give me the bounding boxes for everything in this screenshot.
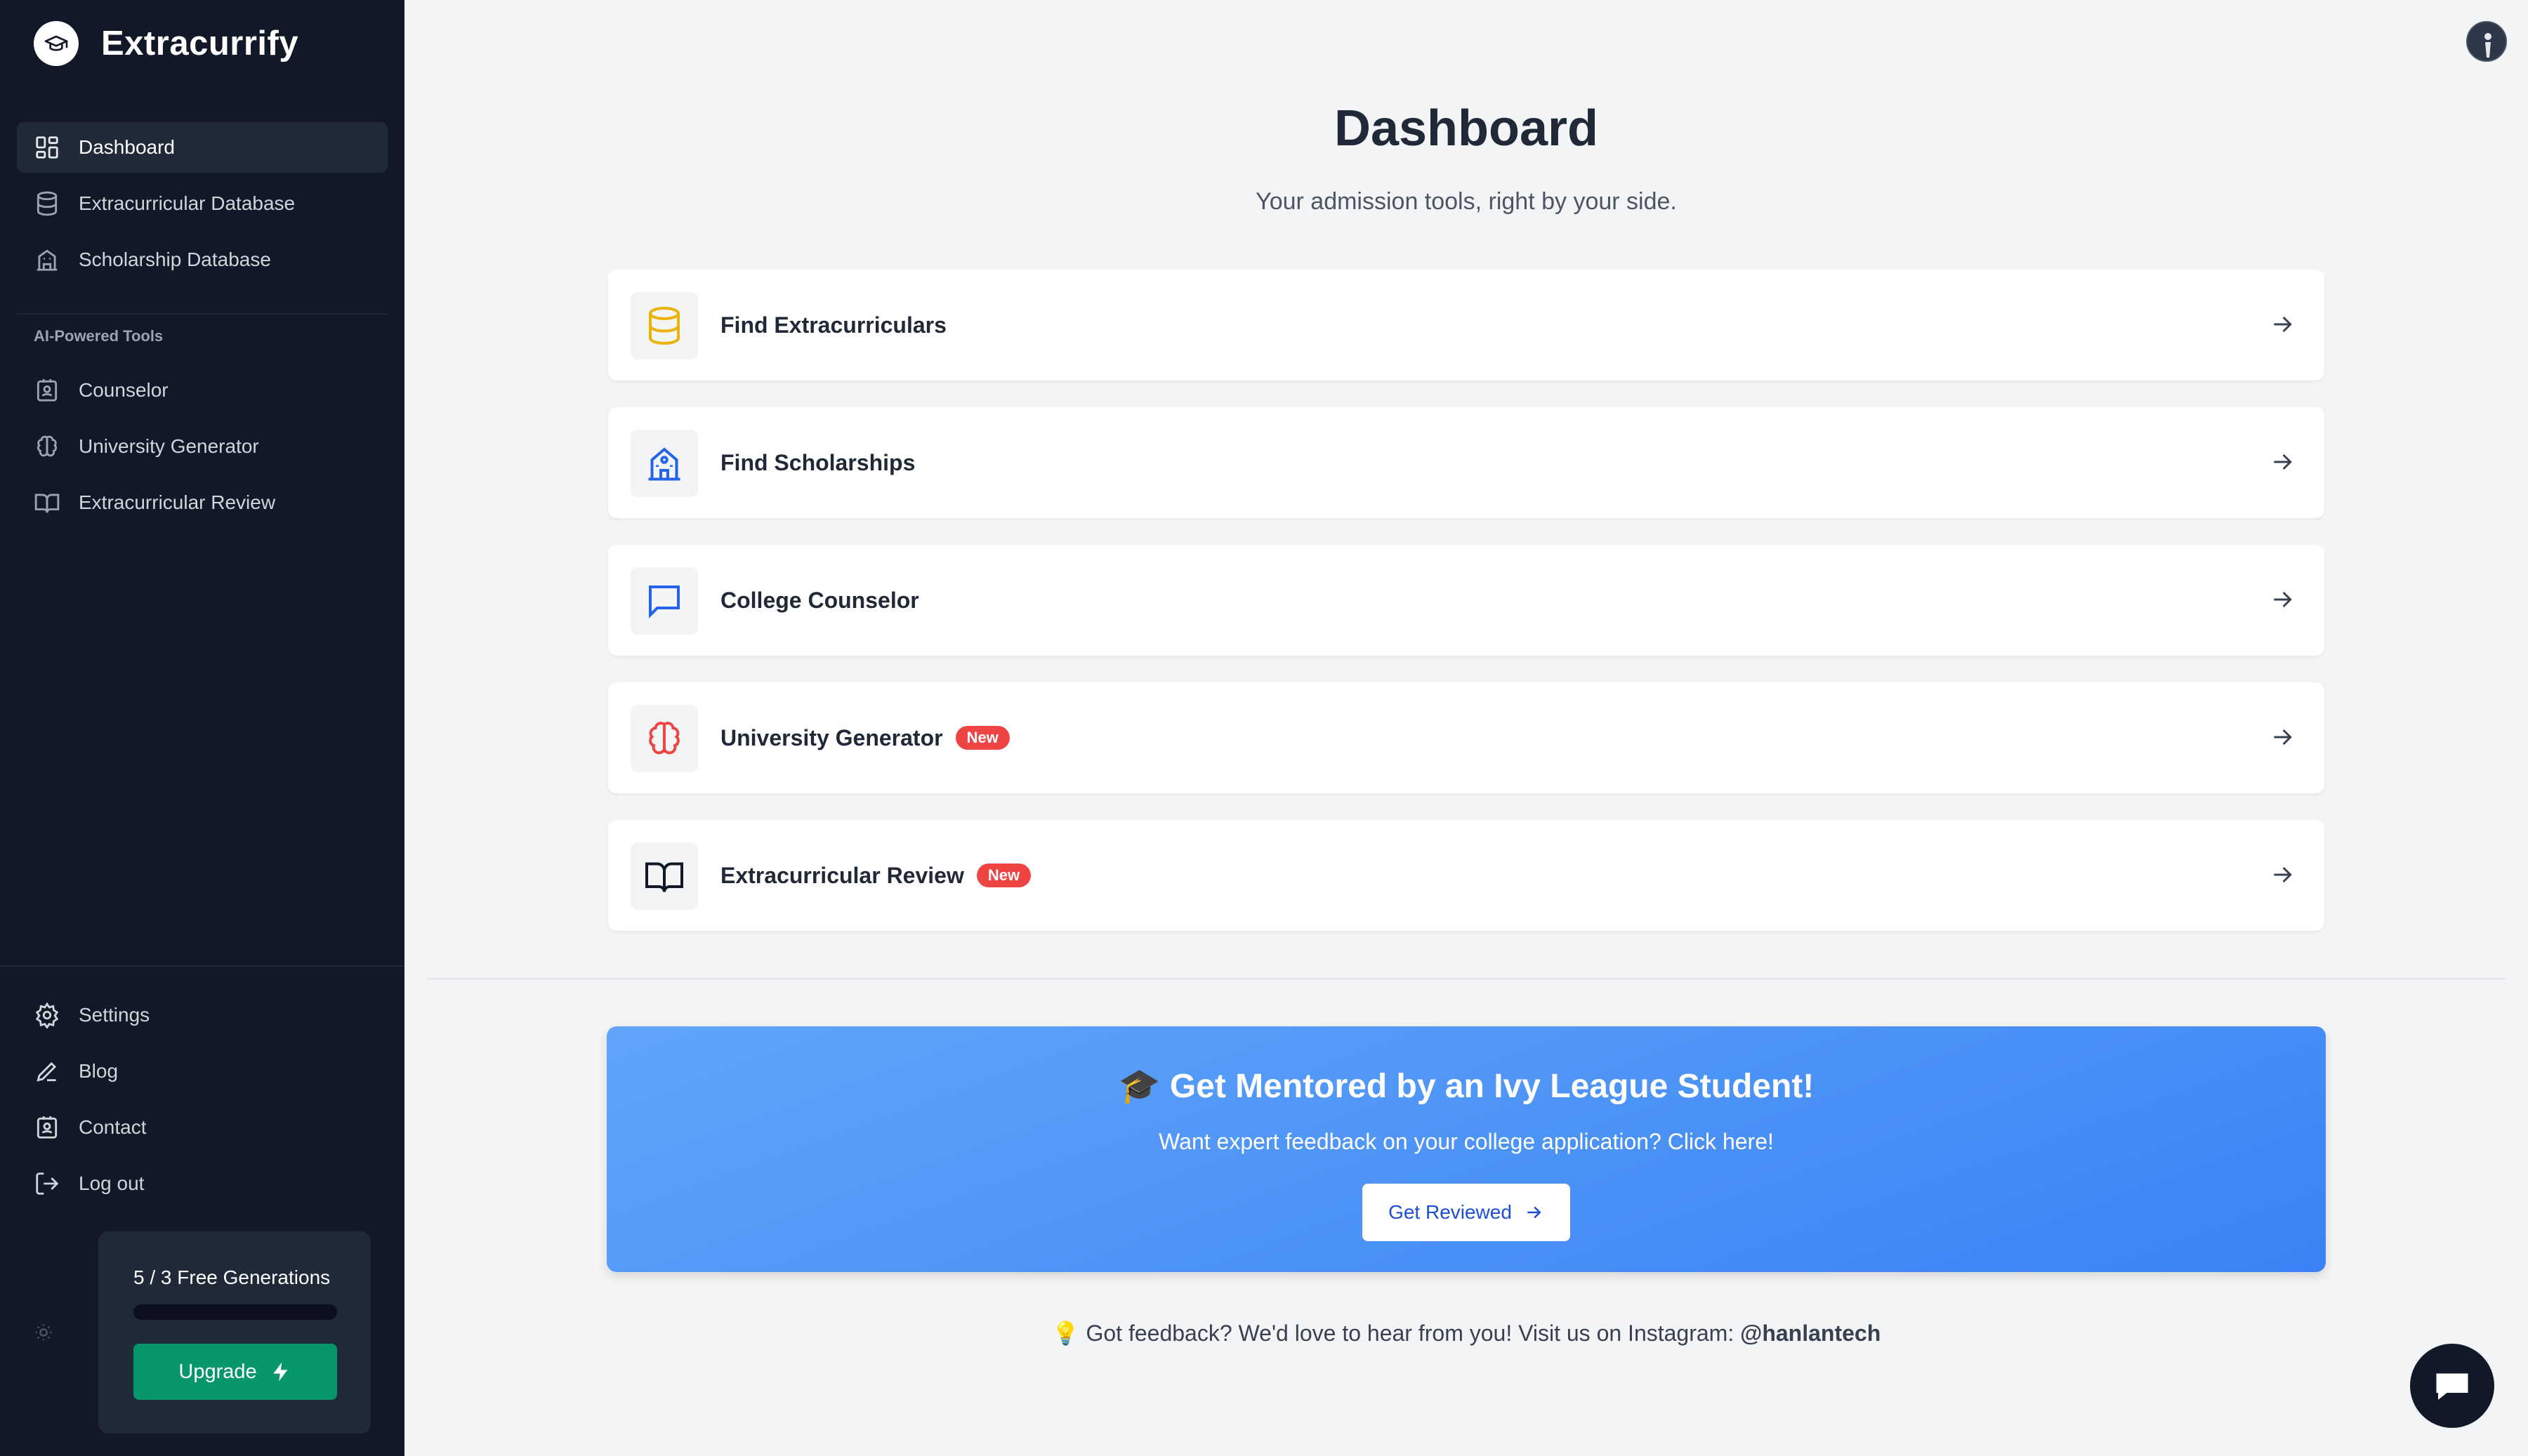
gear-icon [35,1002,59,1028]
sidebar-item-label: Blog [79,1060,119,1082]
sidebar-divider [17,313,388,315]
book-open-icon [645,862,683,892]
brand-name: Extracurrify [101,25,299,62]
building-icon [37,249,58,271]
credits-text: 5 / 3 Free Generations [133,1266,331,1288]
sidebar-item-logout[interactable]: Log out [17,1158,388,1209]
pen-icon [37,1061,57,1082]
instagram-link[interactable]: @hanlantech [1740,1321,1881,1346]
promo-text: Want expert feedback on your college app… [1159,1129,1774,1154]
sidebar-item-university-generator[interactable]: University Generator [17,421,388,472]
brain-icon [649,722,680,755]
sidebar-item-extracurricular-review[interactable]: Extracurricular Review [17,477,388,528]
chat-widget-button[interactable] [2410,1344,2494,1428]
card-title: Find Scholarships [720,449,916,475]
card-find-scholarships[interactable]: Find Scholarships [608,407,2324,518]
chat-icon [2436,1373,2468,1400]
lightning-icon [272,1362,287,1382]
arrow-right-icon [2274,316,2292,333]
database-icon [649,307,680,345]
new-badge: New [955,726,1010,750]
graduation-cap-logo-icon [34,21,79,66]
logout-icon [36,1172,59,1195]
arrow-right-icon [2274,454,2292,470]
page-subtitle: Your admission tools, right by your side… [1256,188,1677,215]
book-open-icon [34,494,60,513]
sidebar-item-blog[interactable]: Blog [17,1046,388,1097]
sidebar-item-extracurricular-database[interactable]: Extracurricular Database [17,178,388,229]
arrow-right-icon [2274,866,2292,883]
card-university-generator[interactable]: University Generator New [608,682,2324,793]
card-title: University Generator New [720,682,1010,793]
sidebar-item-label: Settings [79,1004,150,1026]
credits-card: 5 / 3 Free Generations Upgrade [98,1231,371,1434]
arrow-right-icon [2274,591,2292,608]
sidebar-item-label: Counselor [79,379,169,401]
sidebar-bottom-divider [0,965,404,967]
brain-icon [37,435,57,457]
arrow-right-icon [2274,729,2292,746]
sun-icon[interactable] [34,1323,53,1342]
credits-progress-bar [133,1304,337,1320]
sidebar-item-label: University Generator [79,435,259,457]
sidebar-section-label: AI-Powered Tools [34,327,164,345]
sidebar-item-label: Contact [79,1116,147,1138]
promo-title: 🎓 Get Mentored by an Ivy League Student! [1118,1068,1815,1105]
card-college-counselor[interactable]: College Counselor [608,545,2324,656]
card-title: Find Extracurriculars [720,312,947,338]
contact-badge-icon [37,1116,58,1139]
arrow-right-icon [1527,1206,1541,1219]
mentor-promo-banner[interactable]: 🎓 Get Mentored by an Ivy League Student!… [607,1026,2326,1272]
sidebar-item-label: Log out [79,1172,145,1194]
sidebar-item-counselor[interactable]: Counselor [17,365,388,416]
sidebar-item-settings[interactable]: Settings [17,990,388,1040]
sidebar-item-dashboard[interactable]: Dashboard [17,122,388,173]
sidebar-item-contact[interactable]: Contact [17,1102,388,1153]
page-title: Dashboard [1334,100,1599,157]
content-divider [427,978,2506,979]
sidebar-item-label: Extracurricular Review [79,491,276,513]
sidebar-item-label: Extracurricular Database [79,192,296,214]
sidebar-item-label: Scholarship Database [79,249,271,270]
card-extracurricular-review[interactable]: Extracurricular Review New [608,820,2324,931]
get-reviewed-button[interactable]: Get Reviewed [1362,1184,1570,1241]
sidebar: Extracurrify Dashboard Extracurricular D… [0,0,404,1456]
school-building-icon [648,447,680,481]
card-find-extracurriculars[interactable]: Find Extracurriculars [608,270,2324,380]
chat-bubble-icon [649,585,680,618]
brand[interactable]: Extracurrify [34,21,298,66]
contact-badge-icon [37,379,58,402]
card-title: College Counselor [720,587,919,613]
avatar[interactable] [2466,21,2507,62]
database-icon [37,191,58,216]
new-badge: New [976,863,1032,887]
card-title: Extracurricular Review New [720,820,1032,931]
sidebar-item-label: Dashboard [79,136,175,158]
upgrade-button[interactable]: Upgrade [133,1344,337,1400]
dashboard-grid-icon [36,136,58,159]
sidebar-item-scholarship-database[interactable]: Scholarship Database [17,234,388,285]
feedback-note: 💡 Got feedback? We'd love to hear from y… [1051,1321,1881,1346]
